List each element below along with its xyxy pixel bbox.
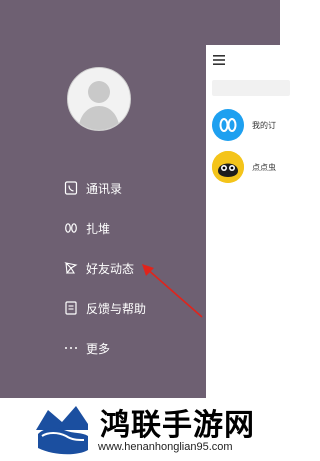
pinwheel-icon [64, 261, 78, 275]
default-avatar-icon [78, 81, 120, 130]
menu-item-label: 反馈与帮助 [86, 301, 147, 316]
contacts-icon [64, 181, 78, 195]
brand-url: www.henanhonglian95.com [98, 441, 233, 453]
menu-item-label: 好友动态 [86, 261, 135, 276]
feedback-icon [64, 301, 78, 315]
menu-item-contacts[interactable]: 通讯录 [64, 175, 122, 201]
menu-item-feedback-help[interactable]: 反馈与帮助 [64, 295, 146, 321]
main-panel-peek: 我的订 点点虫 [206, 45, 290, 400]
user-avatar[interactable] [67, 67, 131, 131]
bug-avatar-icon [212, 151, 244, 183]
bull-logo-icon [34, 400, 90, 458]
hamburger-menu-icon[interactable] [213, 55, 225, 65]
menu-item-label: 扎堆 [86, 221, 111, 236]
red-arrow-annotation [142, 264, 203, 318]
brand-name: 鸿联手游网 [100, 408, 255, 443]
footprints-avatar-icon [212, 109, 244, 141]
list-item-name: 我的订 [252, 120, 276, 130]
menu-item-gather[interactable]: 扎堆 [64, 215, 110, 241]
more-dots-icon [64, 341, 78, 355]
list-item[interactable]: 点点虫 [212, 149, 276, 185]
menu-item-friend-feed[interactable]: 好友动态 [64, 255, 134, 281]
watermark-banner: 鸿联手游网 www.henanhonglian95.com [0, 398, 284, 461]
menu-item-label: 通讯录 [86, 181, 123, 196]
menu-item-more[interactable]: 更多 [64, 335, 110, 361]
search-bar[interactable] [212, 80, 290, 96]
list-item-name: 点点虫 [252, 162, 276, 172]
list-item[interactable]: 我的订 [212, 107, 276, 143]
footprints-icon [64, 221, 78, 235]
menu-item-label: 更多 [86, 341, 111, 356]
